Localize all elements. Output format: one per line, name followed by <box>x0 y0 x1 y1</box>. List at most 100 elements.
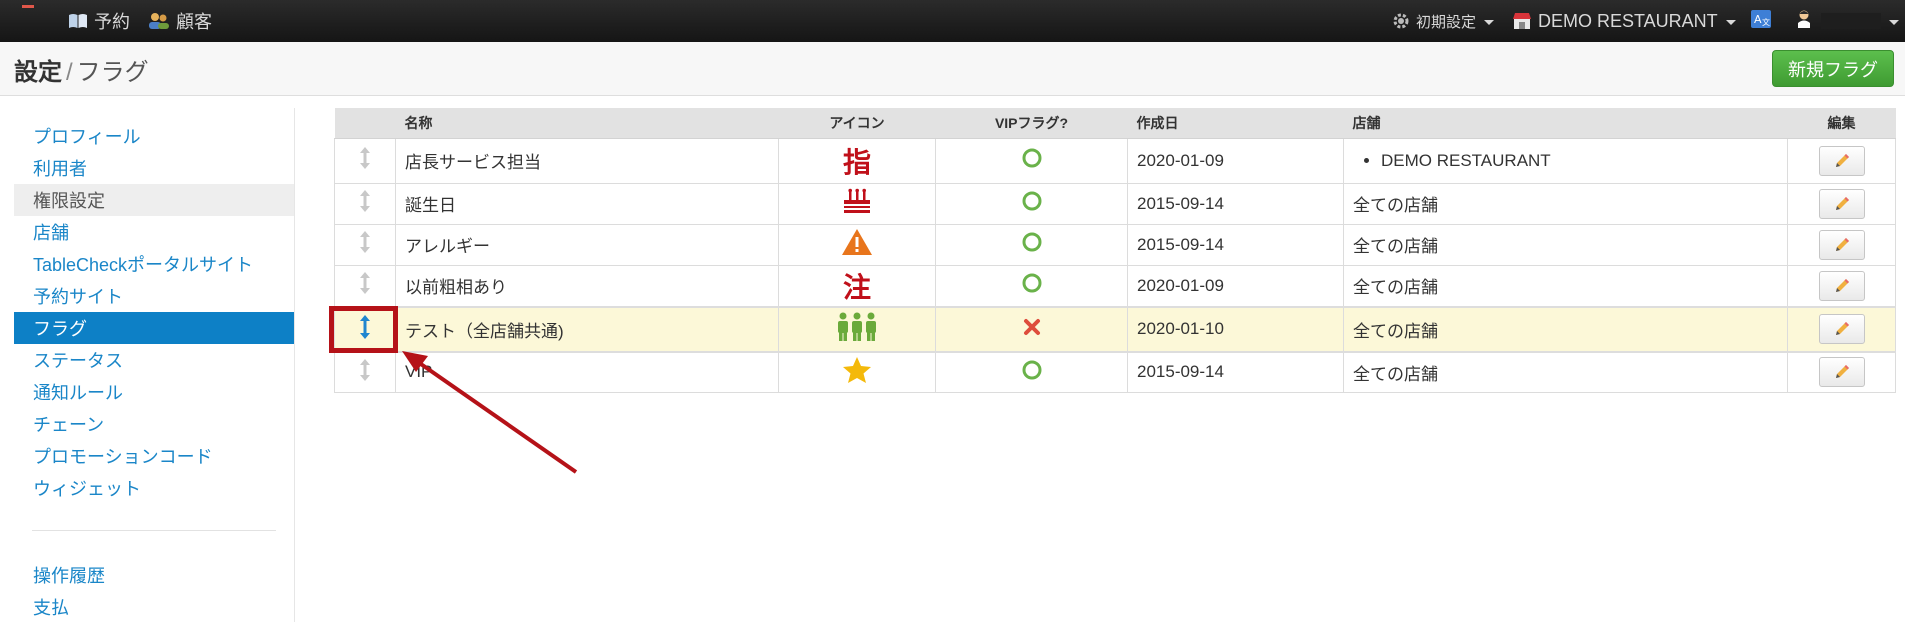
edit-button[interactable] <box>1818 188 1865 219</box>
table-row: VIP 2015-09-14 全ての店舗 <box>334 351 1896 393</box>
vip-no-icon <box>935 305 1128 353</box>
edit-button[interactable] <box>1818 357 1865 388</box>
user-menu[interactable] <box>1795 0 1899 42</box>
drag-handle-icon <box>360 272 370 294</box>
sidebar-item-profile[interactable]: プロフィール <box>14 120 294 152</box>
sidebar-item-promo-code[interactable]: プロモーションコード <box>14 440 294 472</box>
pencil-icon <box>1835 196 1849 210</box>
sidebar-divider-line <box>294 108 295 622</box>
vip-yes-icon <box>935 224 1128 266</box>
star-icon <box>778 351 936 393</box>
chevron-down-icon <box>1889 20 1899 25</box>
chevron-down-icon <box>1725 20 1736 25</box>
vip-yes-icon <box>935 183 1128 225</box>
sidebar-item-payment[interactable]: 支払 <box>14 591 294 623</box>
nav-restaurant-label: DEMO RESTAURANT <box>1538 10 1718 31</box>
drag-handle-icon <box>360 358 370 381</box>
edit-cell <box>1787 305 1896 353</box>
svg-text:文: 文 <box>1762 17 1770 27</box>
annotation-highlight-box <box>329 306 398 353</box>
chevron-down-icon <box>1484 20 1495 25</box>
table-row: アレルギー 2015-09-14 全ての店舗 <box>334 224 1896 266</box>
pencil-icon <box>1835 278 1849 292</box>
language-switch[interactable]: A文 <box>1750 0 1772 42</box>
pencil-icon <box>1835 153 1849 167</box>
app-logo[interactable] <box>22 5 38 15</box>
users-icon <box>148 12 170 30</box>
drag-handle-icon <box>360 190 370 212</box>
created-date: 2020-01-09 <box>1127 265 1344 307</box>
avatar <box>1795 9 1813 34</box>
page-title-main: 設定 <box>14 59 62 86</box>
nav-restaurant-menu[interactable]: DEMO RESTAURANT <box>1512 0 1736 42</box>
warning-icon <box>778 224 936 266</box>
drag-handle[interactable] <box>334 224 396 266</box>
sidebar-item-permissions[interactable]: 権限設定 <box>14 184 294 216</box>
svg-text:A: A <box>1754 13 1762 26</box>
flag-glyph-icon: 指 <box>842 145 871 179</box>
drag-handle[interactable] <box>334 265 396 307</box>
page-title: 設定 / フラグ <box>14 52 149 87</box>
store-cell: 全ての店舗 <box>1343 265 1788 307</box>
drag-handle[interactable] <box>334 351 396 393</box>
nav-customers-label: 顧客 <box>176 12 212 32</box>
nav-settings-label: 初期設定 <box>1416 13 1477 31</box>
drag-handle[interactable] <box>334 138 396 184</box>
store-list-item: DEMO RESTAURANT <box>1381 151 1778 171</box>
edit-cell <box>1787 224 1896 266</box>
sidebar-item-stores[interactable]: 店舗 <box>14 216 294 248</box>
edit-cell <box>1787 351 1896 393</box>
nav-customers[interactable]: 顧客 <box>148 0 212 42</box>
gear-icon <box>1392 12 1410 30</box>
col-store: 店舗 <box>1343 108 1788 139</box>
created-date: 2015-09-14 <box>1127 183 1344 225</box>
table-row-dragging: テスト（全店舗共通) 2020-01-10 全ての店舗 <box>334 305 1896 353</box>
sidebar-item-flags[interactable]: フラグ <box>14 312 294 344</box>
pencil-icon <box>1835 237 1849 251</box>
page-header: 設定 / フラグ 新規フラグ <box>0 42 1905 96</box>
store-cell: 全ての店舗 <box>1343 224 1788 266</box>
col-name: 名称 <box>395 108 779 139</box>
flag-name: 以前粗相あり <box>395 265 779 307</box>
vip-yes-icon <box>935 138 1128 184</box>
vip-yes-icon <box>935 351 1128 393</box>
sidebar-item-notification-rules[interactable]: 通知ルール <box>14 376 294 408</box>
edit-button[interactable] <box>1818 145 1865 176</box>
store-icon <box>1512 12 1532 30</box>
edit-button[interactable] <box>1818 229 1865 260</box>
created-date: 2015-09-14 <box>1127 224 1344 266</box>
edit-cell <box>1787 183 1896 225</box>
drag-handle[interactable] <box>334 183 396 225</box>
store-cell: 全ての店舗 <box>1343 351 1788 393</box>
username-redacted <box>1821 13 1881 29</box>
flag-name: VIP <box>395 351 779 393</box>
sidebar-item-history[interactable]: 操作履歴 <box>14 559 294 591</box>
edit-button[interactable] <box>1818 314 1865 344</box>
sidebar-divider <box>32 530 276 531</box>
col-icon: アイコン <box>778 108 936 139</box>
col-edit: 編集 <box>1787 108 1896 139</box>
nav-reservations-label: 予約 <box>94 12 130 32</box>
sidebar-item-users[interactable]: 利用者 <box>14 152 294 184</box>
nav-settings-menu[interactable]: 初期設定 <box>1392 0 1495 42</box>
new-flag-button[interactable]: 新規フラグ <box>1772 50 1894 87</box>
vip-yes-icon <box>935 265 1128 307</box>
sidebar-item-status[interactable]: ステータス <box>14 344 294 376</box>
table-row: 以前粗相あり 注 2020-01-09 全ての店舗 <box>334 265 1896 307</box>
drag-handle-icon <box>360 231 370 253</box>
sidebar-item-booking-site[interactable]: 予約サイト <box>14 280 294 312</box>
nav-reservations[interactable]: 予約 <box>68 0 130 42</box>
translate-icon: A文 <box>1750 9 1772 34</box>
pencil-icon <box>1835 322 1849 335</box>
flag-name: 誕生日 <box>395 183 779 225</box>
edit-button[interactable] <box>1818 270 1865 301</box>
sidebar-item-chain[interactable]: チェーン <box>14 408 294 440</box>
sidebar-item-widget[interactable]: ウィジェット <box>14 472 294 504</box>
pencil-icon <box>1835 365 1849 379</box>
created-date: 2015-09-14 <box>1127 351 1344 393</box>
created-date: 2020-01-10 <box>1127 305 1344 353</box>
sidebar-item-portal[interactable]: TableCheckポータルサイト <box>14 248 294 280</box>
flag-icon-cell: 注 <box>778 265 936 307</box>
col-created: 作成日 <box>1127 108 1344 139</box>
col-drag <box>334 108 396 139</box>
